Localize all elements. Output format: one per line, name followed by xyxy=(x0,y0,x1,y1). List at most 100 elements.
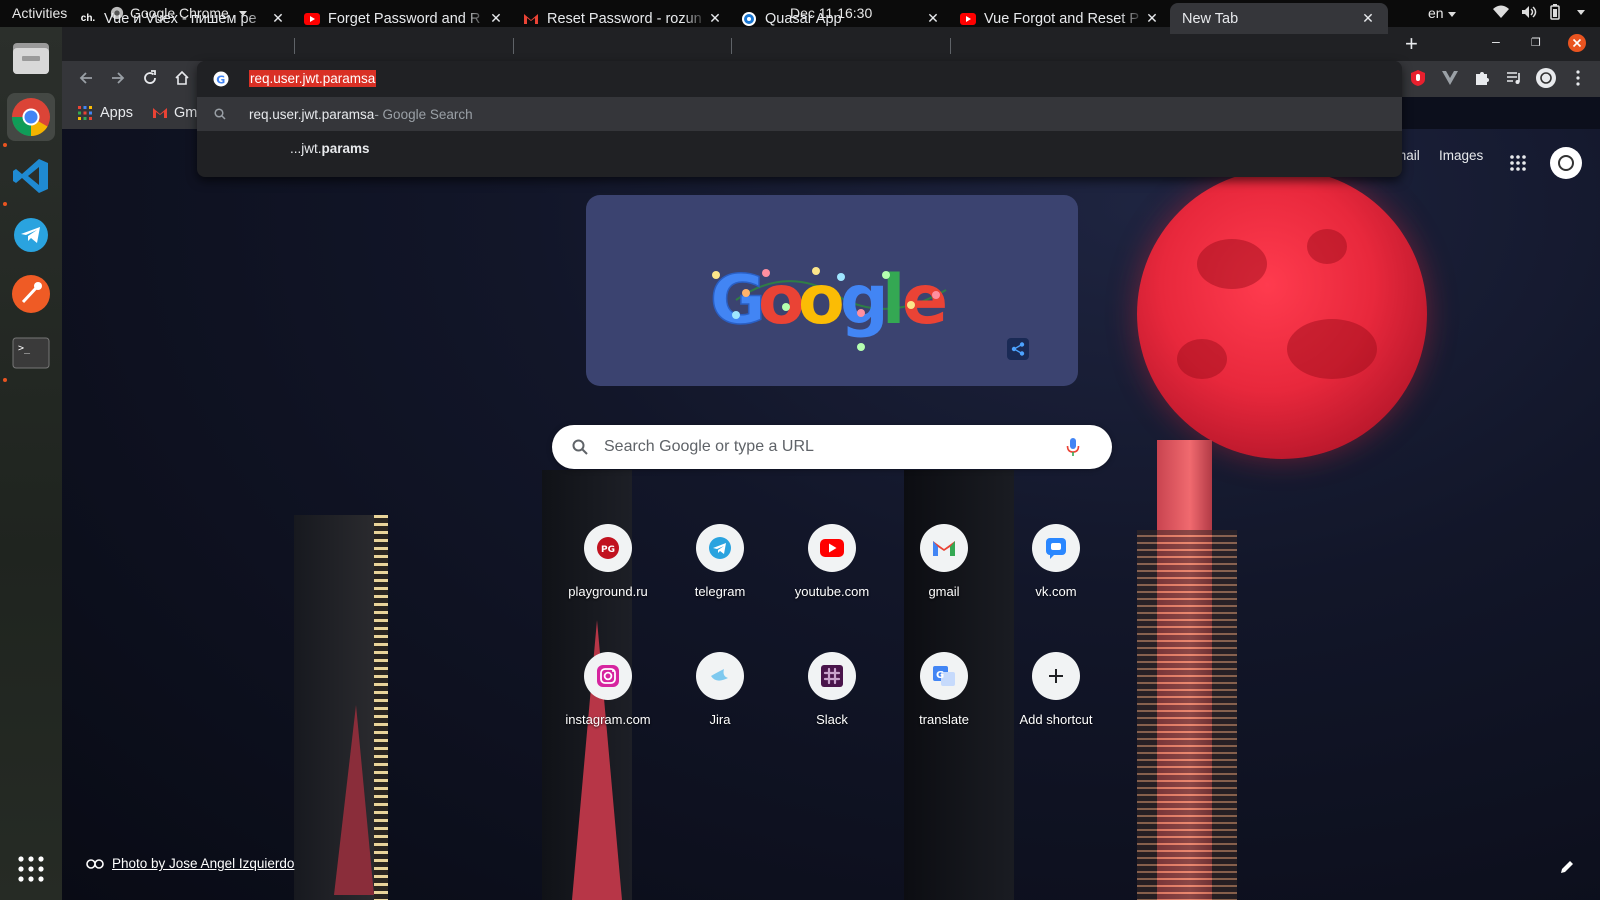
media-control-icon[interactable] xyxy=(1504,68,1524,88)
close-icon[interactable]: ✕ xyxy=(488,10,504,27)
shortcut-jira[interactable]: Jira xyxy=(664,636,776,748)
dock-chrome[interactable] xyxy=(7,93,55,141)
account-avatar[interactable] xyxy=(1550,147,1582,184)
tab-quasar-app[interactable]: Quasar App ✕ xyxy=(741,3,941,34)
wifi-icon xyxy=(1493,5,1509,18)
forward-button[interactable] xyxy=(106,66,130,90)
arrow-left-icon xyxy=(79,72,92,84)
shortcut-slack[interactable]: Slack xyxy=(776,636,888,748)
images-link[interactable]: Images xyxy=(1439,148,1483,163)
close-icon[interactable]: ✕ xyxy=(270,10,286,27)
shortcut-telegram[interactable]: telegram xyxy=(664,508,776,620)
shortcut-label: Slack xyxy=(816,712,848,727)
photo-credit-link[interactable]: Photo by Jose Angel Izquierdo xyxy=(112,856,294,871)
tab-title: New Tab xyxy=(1182,10,1239,27)
vue-devtools-icon[interactable] xyxy=(1440,68,1460,88)
telegram-icon xyxy=(709,537,731,559)
skyscraper-windows xyxy=(1137,530,1237,900)
extension-red-icon[interactable] xyxy=(1408,68,1428,88)
dock-files[interactable] xyxy=(7,34,55,82)
shortcut-gmail[interactable]: gmail xyxy=(888,508,1000,620)
tab-vue-forgot-reset[interactable]: Vue Forgot and Reset P ✕ xyxy=(960,3,1160,34)
gmail-icon xyxy=(523,11,539,27)
bookmark-apps[interactable]: Apps xyxy=(78,105,133,121)
tab-reset-password[interactable]: Reset Password - rozun ✕ xyxy=(523,3,723,34)
close-icon[interactable]: ✕ xyxy=(707,10,723,27)
customize-button[interactable] xyxy=(1560,860,1574,879)
moon-crater xyxy=(1307,229,1347,264)
suggestion-history[interactable]: ...jwt. params xyxy=(197,131,1402,165)
moon-crater xyxy=(1287,319,1377,379)
home-button[interactable] xyxy=(170,66,194,90)
new-tab-button[interactable]: + xyxy=(1405,31,1418,57)
shortcut-youtube[interactable]: youtube.com xyxy=(776,508,888,620)
vk-icon xyxy=(1046,538,1066,559)
tab-forget-password[interactable]: Forget Password and R ✕ xyxy=(304,3,504,34)
gmail-icon xyxy=(153,108,167,118)
tab-vue-vuex[interactable]: ch. Vue и Vuex - пишем ре ✕ xyxy=(80,3,286,34)
moon-image xyxy=(1137,169,1427,459)
moon-crater xyxy=(1177,339,1227,379)
bookmark-gmail-label: Gm xyxy=(174,105,198,121)
dock-vscode[interactable] xyxy=(7,152,55,200)
search-icon xyxy=(214,108,226,120)
language-label: en xyxy=(1428,5,1444,21)
bookmark-gmail[interactable]: Gm xyxy=(152,105,197,121)
google-doodle[interactable]: G o o g l e xyxy=(586,195,1078,386)
chrome-menu-icon[interactable] xyxy=(1568,68,1588,88)
instagram-icon xyxy=(597,665,619,687)
tab-title: Forget Password and R xyxy=(328,10,481,27)
shortcut-translate[interactable]: G translate xyxy=(888,636,1000,748)
google-doodle-logo: G o o g l e xyxy=(709,260,948,351)
youtube-icon xyxy=(304,11,320,27)
shortcut-instagram[interactable]: instagram.com xyxy=(552,636,664,748)
restore-button[interactable]: ❐ xyxy=(1531,36,1541,49)
suggestion-search[interactable]: req.user.jwt.paramsa - Google Search xyxy=(197,97,1402,131)
dock-terminal[interactable]: >_ xyxy=(7,329,55,377)
suggestion-text: ...jwt. xyxy=(290,140,322,156)
omnibox-text[interactable]: req.user.jwt.paramsa xyxy=(249,70,377,87)
reload-button[interactable] xyxy=(138,66,162,90)
dock-telegram[interactable] xyxy=(7,211,55,259)
extensions-puzzle-icon[interactable] xyxy=(1472,68,1492,88)
google-apps-button[interactable] xyxy=(1510,155,1526,176)
translate-icon: G xyxy=(933,666,955,686)
suggestion-text: req.user.jwt.paramsa xyxy=(249,106,375,122)
dock-postman[interactable] xyxy=(7,270,55,318)
skyscraper-lights xyxy=(374,515,388,900)
postman-icon xyxy=(12,275,50,313)
shortcut-playground[interactable]: PG playground.ru xyxy=(552,508,664,620)
system-tray[interactable] xyxy=(1493,4,1585,20)
tab-new-tab[interactable]: New Tab ✕ xyxy=(1170,3,1388,34)
tab-title: Vue Forgot and Reset P xyxy=(984,10,1140,27)
activities-button[interactable]: Activities xyxy=(12,5,67,21)
shortcut-add[interactable]: Add shortcut xyxy=(1000,636,1112,748)
pencil-icon xyxy=(1561,861,1573,873)
plus-icon xyxy=(1049,669,1063,683)
close-icon[interactable]: ✕ xyxy=(1360,10,1376,27)
bookmarks-bar: Apps Gm xyxy=(62,97,202,129)
profile-avatar-icon[interactable] xyxy=(1536,68,1556,88)
microphone-icon[interactable] xyxy=(1066,437,1080,457)
close-icon[interactable]: ✕ xyxy=(1144,10,1160,27)
svg-text:G: G xyxy=(216,73,225,86)
language-indicator[interactable]: en xyxy=(1428,5,1456,21)
omnibox-input-row[interactable]: G req.user.jwt.paramsa xyxy=(197,61,1402,97)
svg-text:e: e xyxy=(902,261,948,340)
close-icon[interactable]: ✕ xyxy=(925,10,941,27)
chevron-down-icon xyxy=(1447,11,1456,17)
dock-show-applications[interactable] xyxy=(7,845,55,893)
youtube-icon xyxy=(960,11,976,27)
doodle-share-button[interactable] xyxy=(1007,338,1029,360)
back-button[interactable] xyxy=(74,66,98,90)
files-icon xyxy=(13,43,49,74)
ntp-search-box[interactable]: Search Google or type a URL xyxy=(552,425,1112,469)
shortcut-label: Add shortcut xyxy=(1019,712,1093,727)
slack-icon xyxy=(821,665,843,687)
shortcut-label: vk.com xyxy=(1035,584,1077,599)
minimize-button[interactable]: – xyxy=(1492,33,1500,49)
tab-title: Reset Password - rozun xyxy=(547,10,702,27)
shortcut-vk[interactable]: vk.com xyxy=(1000,508,1112,620)
window-close-button[interactable] xyxy=(1568,34,1586,55)
link-icon xyxy=(86,859,104,869)
